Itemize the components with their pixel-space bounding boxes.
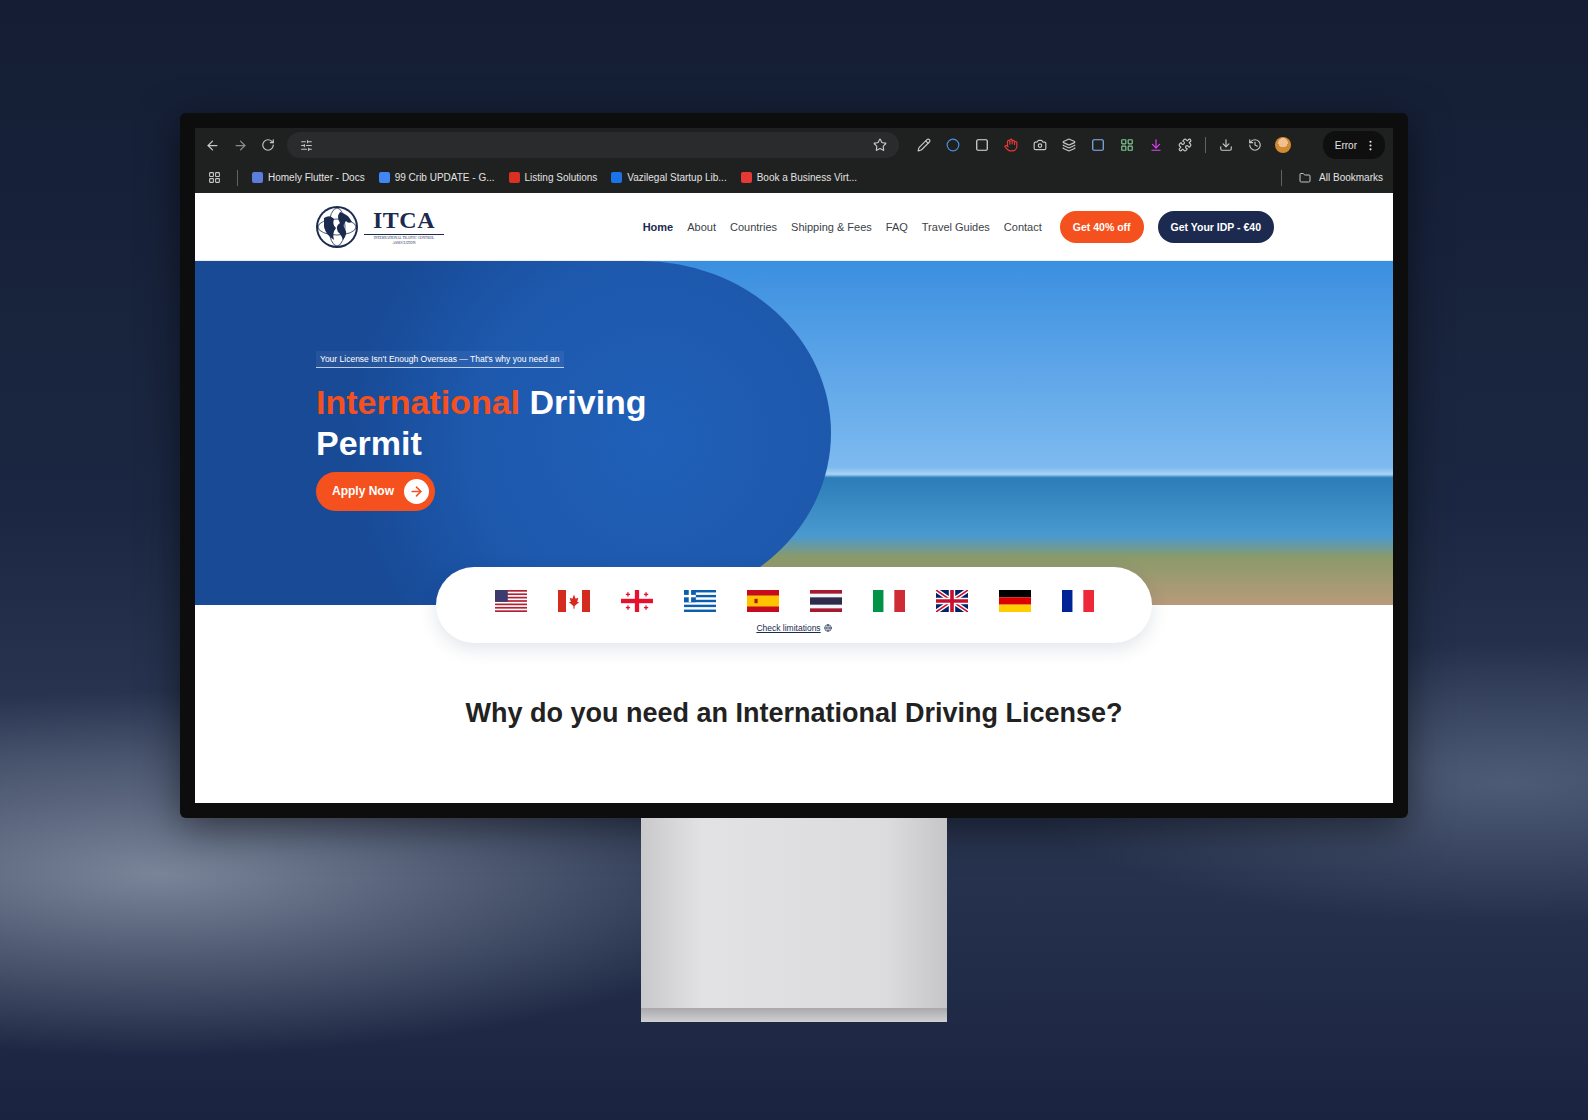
- flag-gr-icon[interactable]: [684, 590, 716, 612]
- all-bookmarks[interactable]: All Bookmarks: [1296, 169, 1383, 187]
- avatar-icon[interactable]: [1275, 137, 1291, 153]
- extensions: [915, 136, 1313, 154]
- hero-photo: [831, 261, 1393, 605]
- apps-icon[interactable]: [205, 169, 223, 187]
- apply-now-button[interactable]: Apply Now: [316, 472, 435, 511]
- star-icon[interactable]: [871, 136, 889, 154]
- nav-link[interactable]: Home: [643, 221, 674, 233]
- camera-extension-icon[interactable]: [1031, 136, 1049, 154]
- bookmark[interactable]: Homely Flutter - Docs: [252, 172, 365, 183]
- favicon-icon: [741, 172, 752, 183]
- toolbar-divider: [1205, 137, 1206, 153]
- layers-extension-icon[interactable]: [1060, 136, 1078, 154]
- logo-subtitle: INTERNATIONAL TRAFFIC CONTROL ASSOCIATIO…: [364, 234, 444, 244]
- forward-icon[interactable]: [231, 136, 249, 154]
- flag-th-icon[interactable]: [810, 590, 842, 612]
- globe-logo-icon: [314, 204, 360, 250]
- logo-name: ITCA: [373, 208, 435, 232]
- download-icon[interactable]: [1217, 136, 1235, 154]
- bookmark[interactable]: Book a Business Virt...: [741, 172, 857, 183]
- grid-extension-icon[interactable]: [1118, 136, 1136, 154]
- countries-card: Check limitations: [436, 567, 1152, 643]
- stand-foot: [641, 1008, 947, 1022]
- puzzle-icon[interactable]: [1176, 136, 1194, 154]
- logo[interactable]: ITCA INTERNATIONAL TRAFFIC CONTROL ASSOCI…: [314, 204, 444, 250]
- nav-link[interactable]: Shipping & Fees: [791, 221, 872, 233]
- hero-panel: Your License Isn't Enough Overseas — Tha…: [195, 261, 831, 605]
- hero-tagline: Your License Isn't Enough Overseas — Tha…: [316, 351, 564, 368]
- site-settings-icon[interactable]: [297, 136, 315, 154]
- bookmark[interactable]: 99 Crib UPDATE - G...: [379, 172, 495, 183]
- browser-toolbar: Error: [195, 128, 1393, 162]
- monitor-stand: [641, 818, 947, 1022]
- bookmark[interactable]: Vazilegal Startup Lib...: [611, 172, 726, 183]
- nav-link[interactable]: Contact: [1004, 221, 1042, 233]
- bookmarks-divider: [1281, 170, 1282, 186]
- pen-extension-icon[interactable]: [915, 136, 933, 154]
- reload-icon[interactable]: [259, 136, 277, 154]
- folder-icon: [1296, 169, 1314, 187]
- flag-it-icon[interactable]: [873, 590, 905, 612]
- download-extension-icon[interactable]: [1147, 136, 1165, 154]
- monitor: Error Homely Flutter - Docs 99 Crib UPDATE…: [180, 113, 1408, 818]
- favicon-icon: [379, 172, 390, 183]
- check-limitations-link[interactable]: Check limitations: [756, 623, 831, 633]
- hero-title: International Driving Permit: [316, 382, 716, 464]
- flag-fr-icon[interactable]: [1062, 590, 1094, 612]
- bookmark[interactable]: Listing Solutions: [509, 172, 598, 183]
- hero: Your License Isn't Enough Overseas — Tha…: [195, 261, 1393, 605]
- arrow-right-icon: [404, 479, 429, 504]
- section-title: Why do you need an International Driving…: [465, 695, 1122, 732]
- bookmarks-divider: [237, 170, 238, 186]
- window-extension-icon[interactable]: [973, 136, 991, 154]
- back-icon[interactable]: [203, 136, 221, 154]
- get-idp-button[interactable]: Get Your IDP - €40: [1158, 211, 1274, 243]
- circle-extension-icon[interactable]: [944, 136, 962, 154]
- nav-link[interactable]: Travel Guides: [922, 221, 990, 233]
- favicon-icon: [611, 172, 622, 183]
- flag-es-icon[interactable]: [747, 590, 779, 612]
- globe-icon: [824, 624, 832, 632]
- desktop: Error Homely Flutter - Docs 99 Crib UPDATE…: [0, 0, 1588, 1120]
- flag-us-icon[interactable]: [495, 590, 527, 612]
- profile-button[interactable]: Error: [1323, 131, 1385, 159]
- screen: Error Homely Flutter - Docs 99 Crib UPDATE…: [195, 128, 1393, 803]
- flag-row: [495, 590, 1094, 612]
- history-icon[interactable]: [1246, 136, 1264, 154]
- bookmarks-bar: Homely Flutter - Docs 99 Crib UPDATE - G.…: [195, 162, 1393, 193]
- website: ITCA INTERNATIONAL TRAFFIC CONTROL ASSOCI…: [195, 193, 1393, 803]
- nav-link[interactable]: Countries: [730, 221, 777, 233]
- favicon-icon: [252, 172, 263, 183]
- discount-button[interactable]: Get 40% off: [1060, 211, 1144, 243]
- nav-link[interactable]: About: [687, 221, 716, 233]
- site-header: ITCA INTERNATIONAL TRAFFIC CONTROL ASSOCI…: [195, 193, 1393, 261]
- address-bar[interactable]: [287, 132, 899, 158]
- flag-gb-icon[interactable]: [936, 590, 968, 612]
- hand-extension-icon[interactable]: [1002, 136, 1020, 154]
- screen-extension-icon[interactable]: [1089, 136, 1107, 154]
- main-nav: Home About Countries Shipping & Fees FAQ Trav…: [643, 221, 1042, 233]
- flag-ca-icon[interactable]: [558, 590, 590, 612]
- menu-icon[interactable]: [1361, 136, 1379, 154]
- nav-link[interactable]: FAQ: [886, 221, 908, 233]
- flag-de-icon[interactable]: [999, 590, 1031, 612]
- flag-ge-icon[interactable]: [621, 590, 653, 612]
- favicon-icon: [509, 172, 520, 183]
